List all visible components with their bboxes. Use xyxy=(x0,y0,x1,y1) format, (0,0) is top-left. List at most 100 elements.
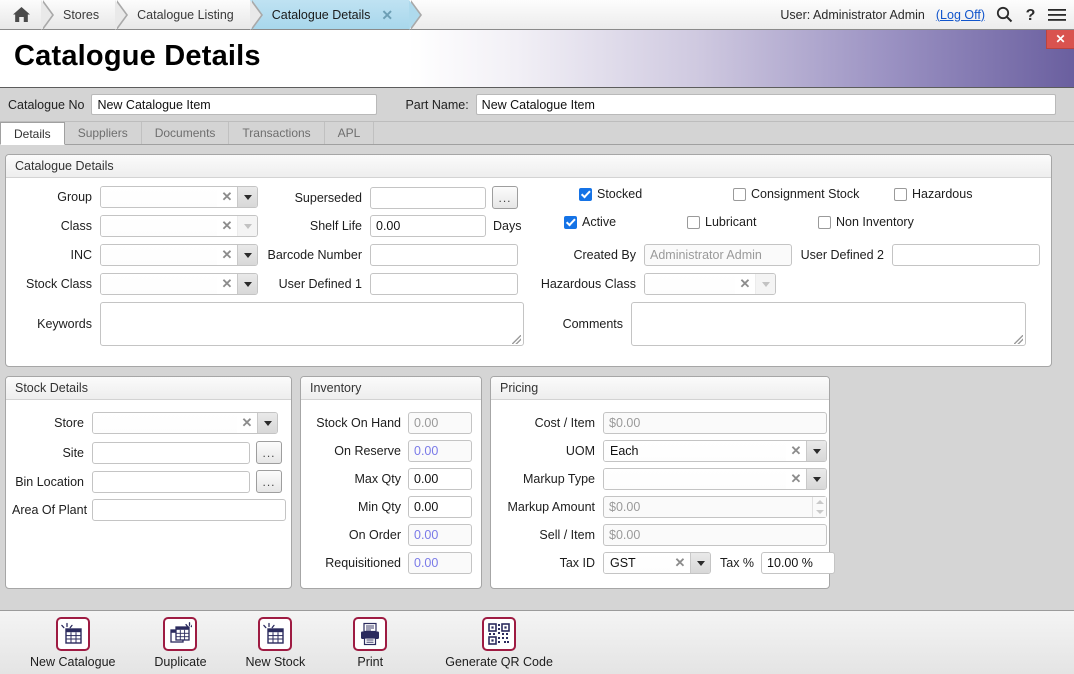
new-stock-button[interactable]: New Stock xyxy=(237,617,313,669)
tax-percent-label: Tax % xyxy=(720,556,754,570)
markup-type-label: Markup Type xyxy=(497,472,595,486)
qr-code-icon xyxy=(482,617,516,651)
superseded-field-row: Superseded ... xyxy=(254,186,518,209)
barcode-input[interactable] xyxy=(370,244,518,266)
window-close-button[interactable]: ✕ xyxy=(1046,30,1074,49)
stock-class-combobox[interactable]: ✕ xyxy=(100,273,258,295)
catalogue-no-input[interactable] xyxy=(91,94,377,115)
tax-id-combobox[interactable]: GST ✕ xyxy=(603,552,711,574)
inc-clear-icon[interactable]: ✕ xyxy=(217,245,237,265)
non-inventory-label: Non Inventory xyxy=(836,215,914,229)
consignment-stock-checkbox-row[interactable]: Consignment Stock xyxy=(733,187,859,201)
site-input[interactable] xyxy=(92,442,250,464)
hazardous-class-value xyxy=(645,274,735,294)
superseded-browse-button[interactable]: ... xyxy=(492,186,518,209)
markup-amount-spinner[interactable] xyxy=(812,497,826,517)
stock-class-clear-icon[interactable]: ✕ xyxy=(217,274,237,294)
search-icon[interactable] xyxy=(996,6,1013,23)
duplicate-button[interactable]: Duplicate xyxy=(145,617,215,669)
stocked-checkbox-row[interactable]: Stocked xyxy=(579,187,642,201)
non-inventory-checkbox[interactable] xyxy=(818,216,831,229)
markup-amount-spinner-up[interactable] xyxy=(813,497,826,507)
max-qty-input[interactable]: 0.00 xyxy=(408,468,472,490)
markup-type-clear-icon[interactable]: ✕ xyxy=(786,469,806,489)
nav-right-group: User: Administrator Admin (Log Off) ? xyxy=(780,0,1074,29)
shelf-life-input[interactable]: 0.00 xyxy=(370,215,486,237)
hamburger-menu-icon[interactable] xyxy=(1048,8,1066,22)
generate-qr-code-label: Generate QR Code xyxy=(445,655,553,669)
class-combobox[interactable]: ✕ xyxy=(100,215,258,237)
lubricant-checkbox[interactable] xyxy=(687,216,700,229)
sell-item-input: $0.00 xyxy=(603,524,827,546)
tab-documents[interactable]: Documents xyxy=(142,122,230,144)
markup-type-combobox[interactable]: ✕ xyxy=(603,468,827,490)
log-off-link[interactable]: (Log Off) xyxy=(936,8,985,22)
breadcrumb-catalogue-details[interactable]: Catalogue Details ✕ xyxy=(250,0,409,29)
hazardous-class-combobox[interactable]: ✕ xyxy=(644,273,776,295)
class-clear-icon[interactable]: ✕ xyxy=(217,216,237,236)
stocked-checkbox[interactable] xyxy=(579,188,592,201)
help-icon[interactable]: ? xyxy=(1024,6,1037,23)
active-label: Active xyxy=(582,215,616,229)
bin-location-browse-button[interactable]: ... xyxy=(256,470,282,493)
print-icon xyxy=(353,617,387,651)
group-combobox[interactable]: ✕ xyxy=(100,186,258,208)
store-clear-icon[interactable]: ✕ xyxy=(237,413,257,433)
tax-id-dropdown-icon[interactable] xyxy=(690,553,710,573)
active-checkbox[interactable] xyxy=(564,216,577,229)
tab-apl[interactable]: APL xyxy=(325,122,375,144)
area-of-plant-input[interactable] xyxy=(92,499,286,521)
uom-combobox[interactable]: Each ✕ xyxy=(603,440,827,462)
bin-location-input[interactable] xyxy=(92,471,250,493)
tab-details[interactable]: Details xyxy=(0,122,65,145)
bin-location-label: Bin Location xyxy=(12,475,84,489)
created-by-input: Administrator Admin xyxy=(644,244,792,266)
store-dropdown-icon[interactable] xyxy=(257,413,277,433)
group-clear-icon[interactable]: ✕ xyxy=(217,187,237,207)
close-tab-icon[interactable]: ✕ xyxy=(381,8,393,22)
user-defined-1-input[interactable] xyxy=(370,273,518,295)
uom-dropdown-icon[interactable] xyxy=(806,441,826,461)
hazardous-label: Hazardous xyxy=(912,187,972,201)
markup-type-dropdown-icon[interactable] xyxy=(806,469,826,489)
non-inventory-checkbox-row[interactable]: Non Inventory xyxy=(818,215,914,229)
tab-suppliers[interactable]: Suppliers xyxy=(65,122,142,144)
min-qty-input[interactable]: 0.00 xyxy=(408,496,472,518)
on-order-input[interactable]: 0.00 xyxy=(408,524,472,546)
tax-percent-input[interactable]: 10.00 % xyxy=(761,552,835,574)
generate-qr-code-button[interactable]: Generate QR Code xyxy=(437,617,561,669)
part-name-input[interactable] xyxy=(476,94,1056,115)
tab-transactions[interactable]: Transactions xyxy=(229,122,324,144)
lubricant-checkbox-row[interactable]: Lubricant xyxy=(687,215,756,229)
keywords-textarea[interactable] xyxy=(100,302,524,346)
inc-combobox[interactable]: ✕ xyxy=(100,244,258,266)
stock-on-hand-label: Stock On Hand xyxy=(305,416,401,430)
markup-amount-spinner-down[interactable] xyxy=(813,507,826,517)
cost-item-input: $0.00 xyxy=(603,412,827,434)
comments-textarea[interactable] xyxy=(631,302,1026,346)
user-defined-2-input[interactable] xyxy=(892,244,1040,266)
sell-item-value: $0.00 xyxy=(609,528,640,542)
uom-clear-icon[interactable]: ✕ xyxy=(786,441,806,461)
tax-id-clear-icon[interactable]: ✕ xyxy=(670,553,690,573)
uom-value: Each xyxy=(604,441,786,461)
superseded-input[interactable] xyxy=(370,187,486,209)
catalogue-details-panel-body: Group ✕ Class ✕ INC ✕ xyxy=(6,178,1051,366)
print-button[interactable]: Print xyxy=(335,617,405,669)
consignment-stock-checkbox[interactable] xyxy=(733,188,746,201)
uom-label: UOM xyxy=(497,444,595,458)
hazardous-checkbox-row[interactable]: Hazardous xyxy=(894,187,972,201)
store-combobox[interactable]: ✕ xyxy=(92,412,278,434)
hazardous-class-clear-icon[interactable]: ✕ xyxy=(735,274,755,294)
lubricant-label: Lubricant xyxy=(705,215,756,229)
active-checkbox-row[interactable]: Active xyxy=(564,215,616,229)
new-catalogue-button[interactable]: New Catalogue xyxy=(22,617,123,669)
breadcrumb-home[interactable] xyxy=(0,0,41,29)
hazardous-checkbox[interactable] xyxy=(894,188,907,201)
site-browse-button[interactable]: ... xyxy=(256,441,282,464)
breadcrumb-catalogue-listing[interactable]: Catalogue Listing xyxy=(115,0,250,29)
requisitioned-input[interactable]: 0.00 xyxy=(408,552,472,574)
on-reserve-input[interactable]: 0.00 xyxy=(408,440,472,462)
comments-label: Comments xyxy=(523,317,623,331)
on-order-value: 0.00 xyxy=(414,528,438,542)
